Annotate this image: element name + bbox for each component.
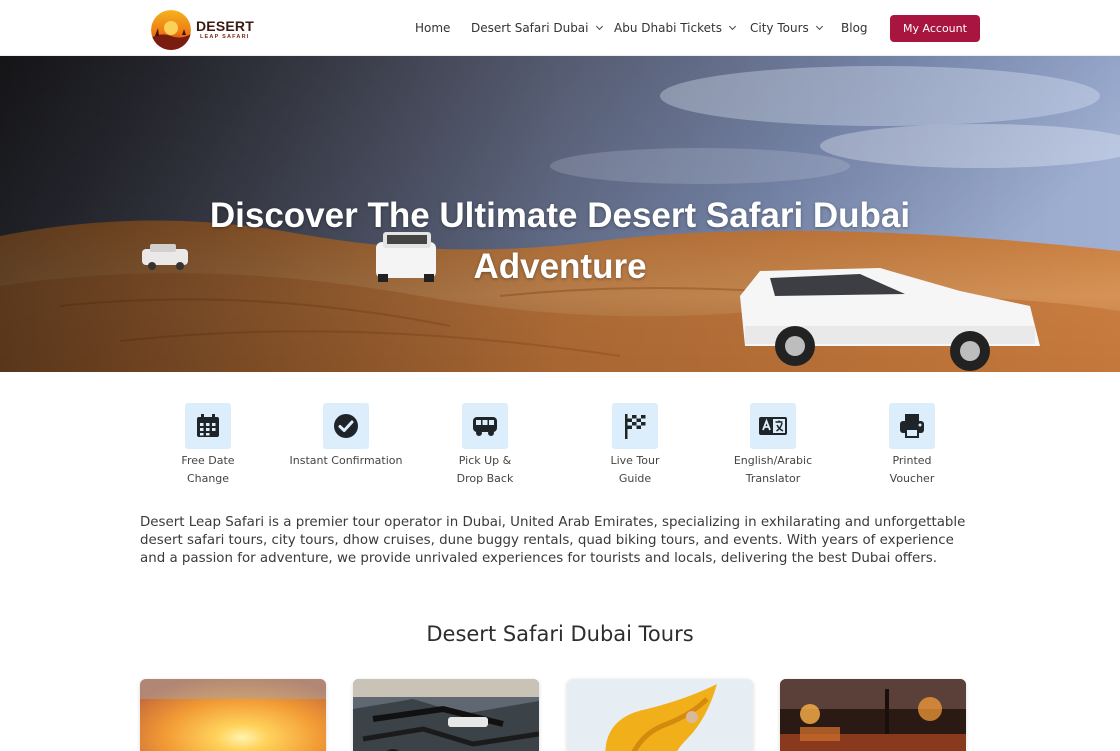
feature-label-line1: Printed	[892, 454, 932, 467]
feature-label-line2: Translator	[745, 472, 801, 485]
dancer-image	[567, 679, 753, 751]
intro-paragraph: Desert Leap Safari is a premier tour ope…	[140, 515, 966, 566]
feature-label: Free Date Change	[138, 452, 278, 488]
chevron-down-icon	[728, 22, 737, 31]
feature-instant-confirmation: Instant Confirmation	[276, 403, 416, 470]
translate-icon	[750, 403, 796, 449]
feature-label-line2: Change	[186, 472, 230, 485]
tour-card[interactable]	[780, 679, 966, 751]
nav-desert-safari-dubai[interactable]: Desert Safari Dubai	[471, 17, 603, 39]
tour-card[interactable]	[353, 679, 539, 751]
feature-label: Instant Confirmation	[276, 452, 416, 470]
hero-title-line2: Adventure	[473, 247, 647, 286]
feature-label: Live Tour Guide	[565, 452, 705, 488]
flag-checkered-icon	[612, 403, 658, 449]
tour-card[interactable]	[140, 679, 326, 751]
dune-buggy-image	[353, 679, 539, 751]
nav-desert-safari-label: Desert Safari Dubai	[471, 21, 589, 35]
feature-label-line1: Instant Confirmation	[289, 454, 403, 467]
feature-label-line2: Drop Back	[456, 472, 514, 485]
hero-banner: Discover The Ultimate Desert Safari Duba…	[0, 56, 1120, 372]
nav-home-label: Home	[415, 21, 451, 35]
feature-label-line2: Guide	[618, 472, 652, 485]
sunset-desert-image	[140, 679, 326, 751]
logo-subtitle: LEAP SAFARI	[200, 34, 250, 41]
feature-label-line1: Pick Up &	[458, 454, 512, 467]
feature-live-tour-guide: Live Tour Guide	[565, 403, 705, 488]
feature-pickup-drop: Pick Up & Drop Back	[415, 403, 555, 488]
nav-blog-label: Blog	[841, 21, 868, 35]
site-logo[interactable]: DESERT LEAP SAFARI	[151, 10, 254, 50]
calendar-icon	[185, 403, 231, 449]
hero-title: Discover The Ultimate Desert Safari Duba…	[160, 190, 960, 292]
feature-label-line2: Voucher	[889, 472, 935, 485]
feature-label: Pick Up & Drop Back	[415, 452, 555, 488]
printer-icon	[889, 403, 935, 449]
feature-printed-voucher: Printed Voucher	[842, 403, 982, 488]
feature-label: Printed Voucher	[842, 452, 982, 488]
hero-title-line1: Discover The Ultimate Desert Safari Duba…	[209, 196, 911, 235]
feature-label-line1: Free Date	[181, 454, 235, 467]
logo-sun-icon	[151, 10, 191, 50]
nav-blog[interactable]: Blog	[841, 17, 868, 39]
desert-camp-image	[780, 679, 966, 751]
nav-home[interactable]: Home	[415, 17, 450, 39]
nav-abu-dhabi-tickets[interactable]: Abu Dhabi Tickets	[614, 17, 737, 39]
tour-card[interactable]	[567, 679, 753, 751]
check-circle-icon	[323, 403, 369, 449]
site-header: DESERT LEAP SAFARI Home Desert Safari Du…	[0, 0, 1120, 56]
feature-label-line1: Live Tour	[610, 454, 660, 467]
nav-abu-dhabi-label: Abu Dhabi Tickets	[614, 21, 722, 35]
chevron-down-icon	[595, 22, 603, 31]
chevron-down-icon	[815, 22, 823, 31]
van-icon	[462, 403, 508, 449]
feature-free-date-change: Free Date Change	[138, 403, 278, 488]
feature-label-line1: English/Arabic	[733, 454, 813, 467]
feature-translator: English/Arabic Translator	[703, 403, 843, 488]
nav-city-tours[interactable]: City Tours	[750, 17, 823, 39]
nav-city-tours-label: City Tours	[750, 21, 809, 35]
logo-title: DESERT	[196, 18, 254, 35]
my-account-button[interactable]: My Account	[890, 15, 980, 42]
feature-label: English/Arabic Translator	[703, 452, 843, 488]
tours-section-title: Desert Safari Dubai Tours	[426, 622, 694, 646]
